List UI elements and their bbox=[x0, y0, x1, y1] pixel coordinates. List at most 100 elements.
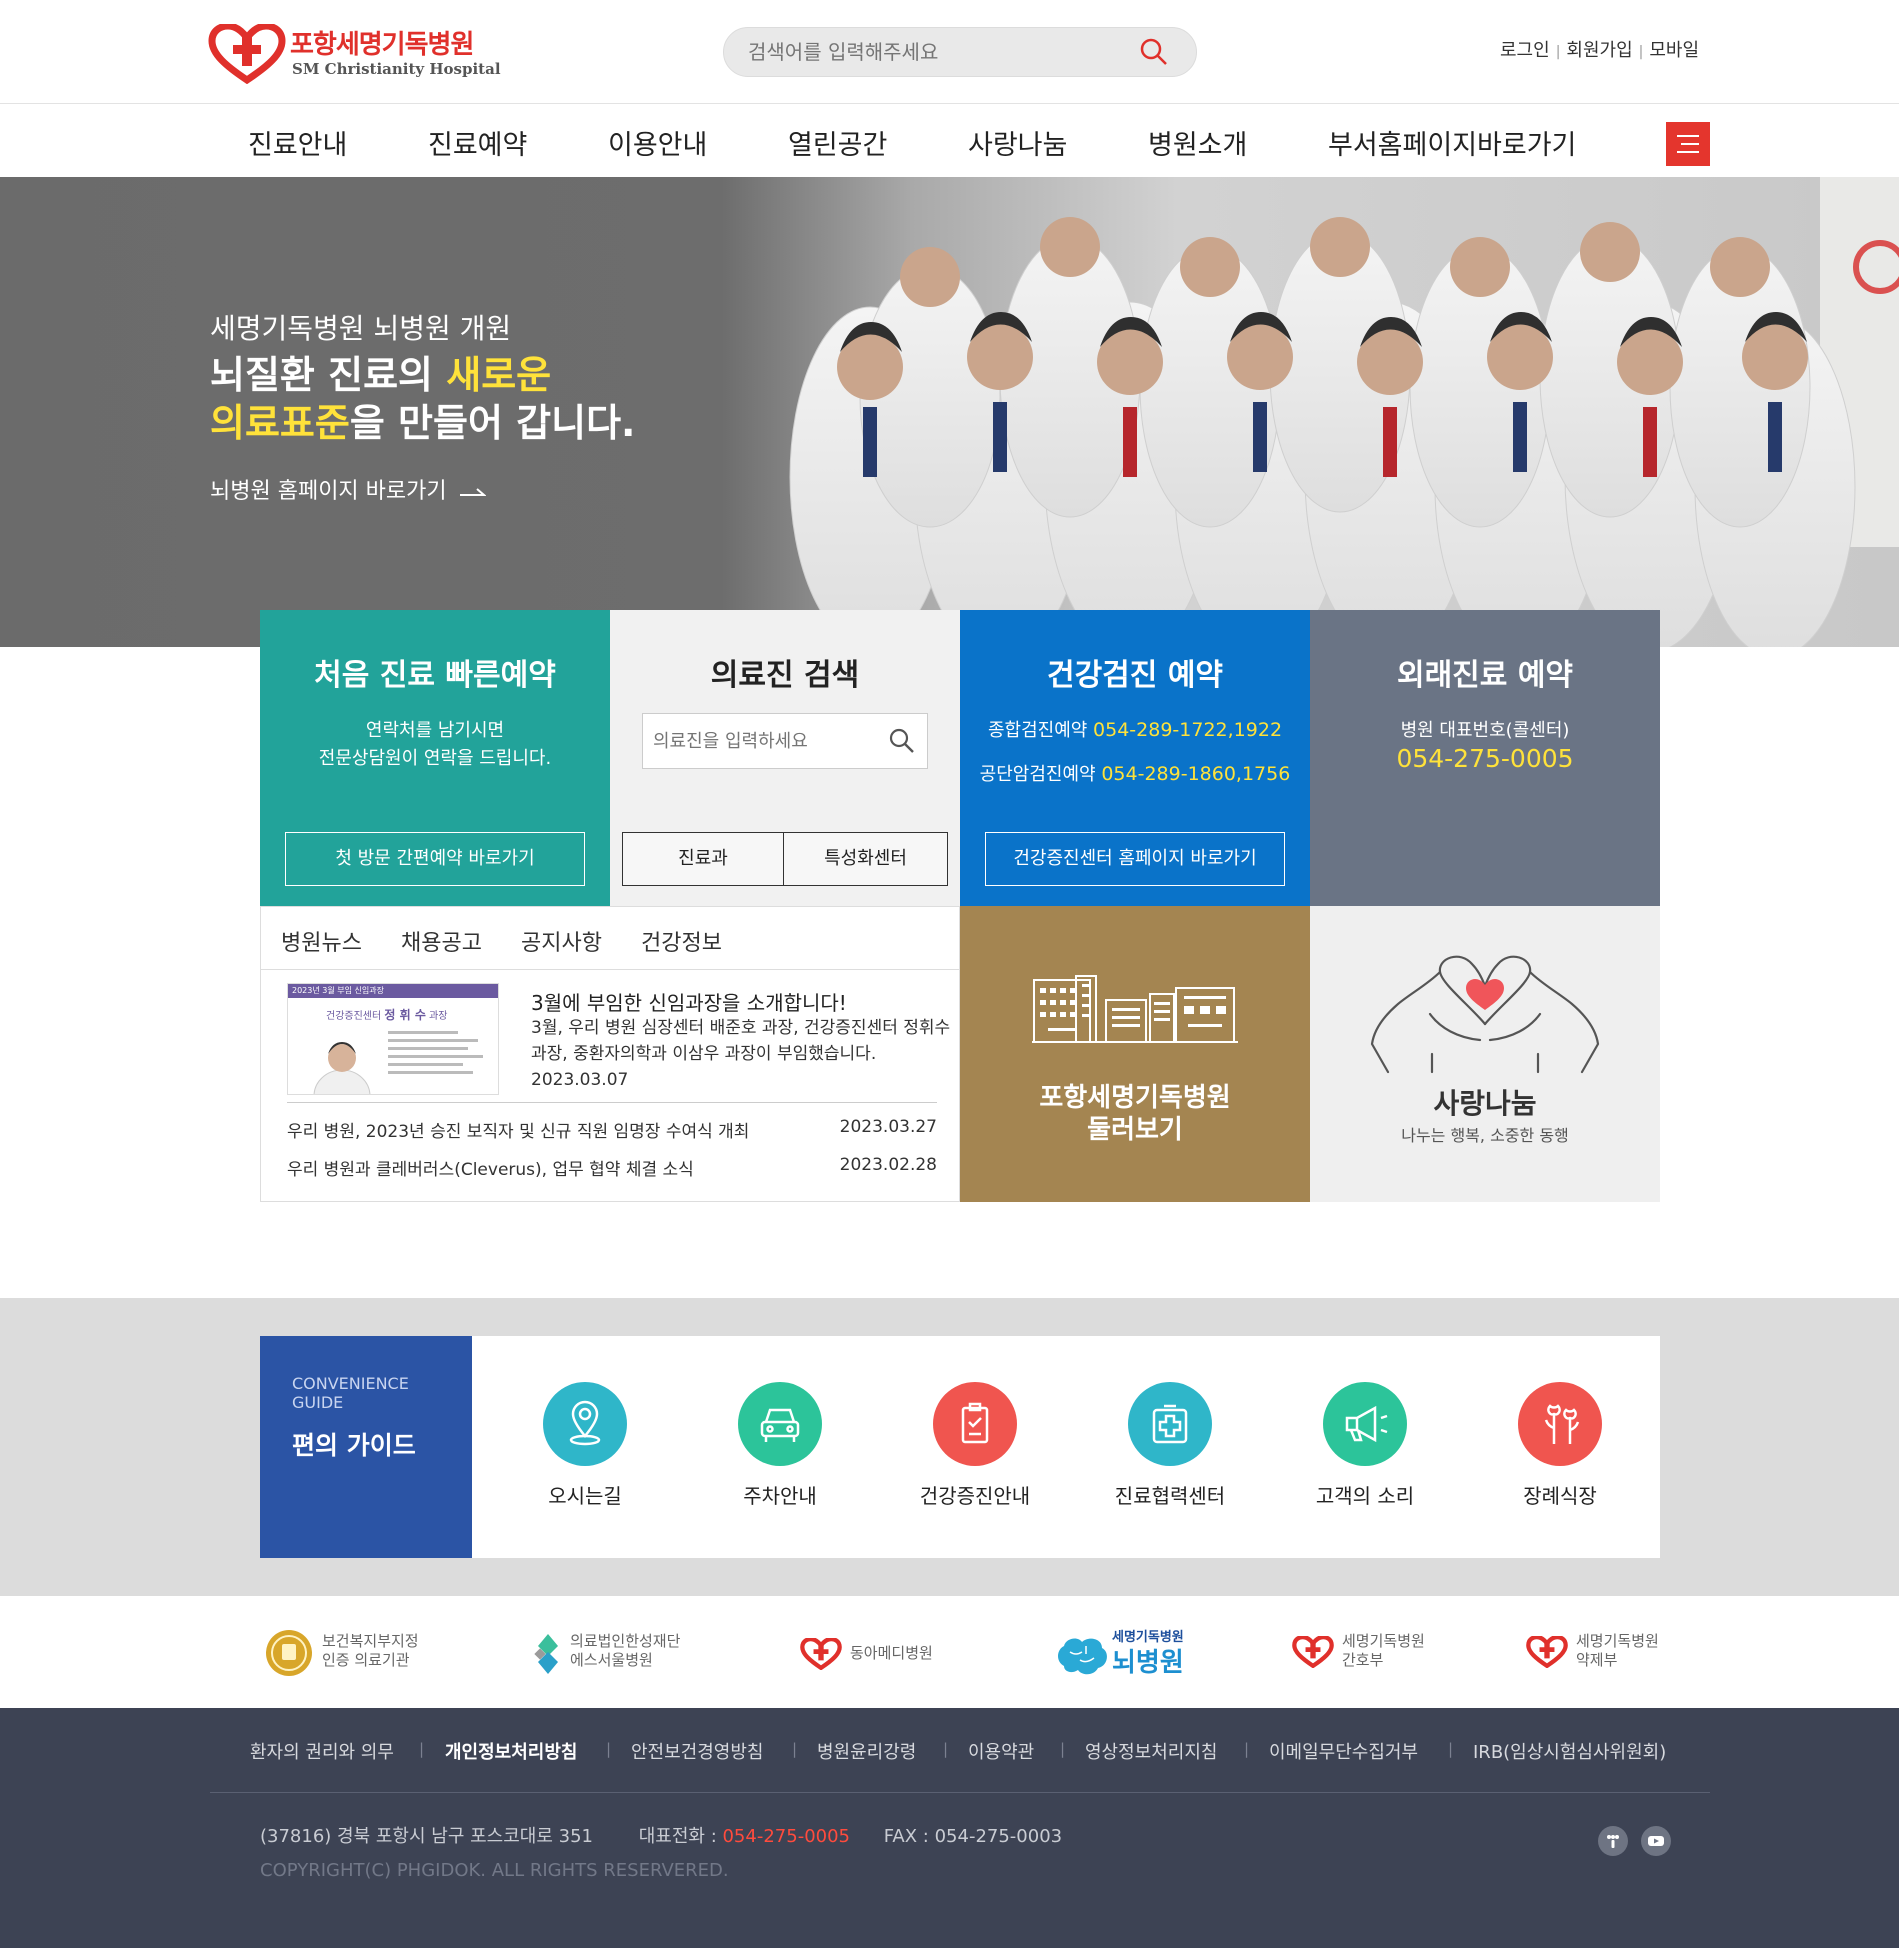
footer-link-privacy-policy[interactable]: 개인정보처리방침 bbox=[445, 1738, 577, 1764]
thumbnail-name: 정 휘 수 bbox=[384, 1008, 426, 1022]
love-sharing-title: 사랑나눔 bbox=[1433, 1087, 1537, 1120]
partner-logos: 보건복지부지정 인증 의료기관 의료법인한성재단 에스서울병원 동아메디병원 세명기… bbox=[0, 1596, 1899, 1708]
footer-tel-label: 대표전화 : bbox=[638, 1826, 723, 1847]
nav-item-about[interactable]: 병원소개 bbox=[1148, 123, 1247, 162]
footer-link-terms[interactable]: 이용약관 bbox=[968, 1738, 1034, 1764]
partner-certified-institution[interactable]: 보건복지부지정 인증 의료기관 bbox=[264, 1626, 434, 1680]
doctor-search-title: 의료진 검색 bbox=[710, 658, 860, 693]
footer-link-ethics-code[interactable]: 병원윤리강령 bbox=[817, 1738, 916, 1764]
car-icon bbox=[738, 1382, 822, 1466]
partner-brain-hospital-large: 뇌병원 bbox=[1112, 1648, 1184, 1678]
hospital-logo[interactable]: 포항세명기독병원 SM Christianity Hospital bbox=[208, 24, 501, 84]
convenience-guide-items: 오시는길 주차안내 건강증진안내 진료협력센터 고객의 소리 장례식장 bbox=[472, 1336, 1660, 1558]
footer-link-patient-rights[interactable]: 환자의 권리와 의무 bbox=[250, 1738, 394, 1764]
call-center-label: 병원 대표번호(콜센터) bbox=[1400, 720, 1570, 741]
partner-name: 세명기독병원 간호부 bbox=[1342, 1632, 1425, 1670]
tab-health-info[interactable]: 건강정보 bbox=[641, 925, 722, 957]
partner-name: 세명기독병원 약제부 bbox=[1576, 1632, 1659, 1670]
signup-link[interactable]: 회원가입 bbox=[1566, 40, 1632, 61]
convenience-guide-english-line: CONVENIENCE bbox=[292, 1374, 409, 1393]
thumbnail-header: 2023년 3월 부임 신임과장 bbox=[288, 984, 498, 998]
tab-department[interactable]: 진료과 bbox=[622, 832, 784, 886]
site-search-box bbox=[723, 27, 1197, 77]
search-icon[interactable] bbox=[1140, 38, 1168, 66]
guide-item-label: 진료협력센터 bbox=[1114, 1484, 1226, 1508]
utility-links: 로그인 | 회원가입 | 모바일 bbox=[1500, 36, 1699, 62]
first-visit-reservation-box: 처음 진료 빠른예약 연락처를 남기시면 전문상담원이 연락을 드립니다. 첫 … bbox=[260, 610, 610, 906]
love-sharing-subtitle: 나누는 행복, 소중한 동행 bbox=[1401, 1126, 1569, 1145]
footer-link-email-refusal[interactable]: 이메일무단수집거부 bbox=[1269, 1738, 1418, 1764]
logo-english-name: SM Christianity Hospital bbox=[292, 60, 501, 78]
brain-hospital-link[interactable]: 뇌병원 홈페이지 바로가기 bbox=[210, 473, 487, 505]
call-center-phone[interactable]: 054-275-0005 bbox=[1310, 744, 1660, 773]
nav-item-love-sharing[interactable]: 사랑나눔 bbox=[968, 123, 1067, 162]
news-board: 병원뉴스 채용공고 공지사항 건강정보 2023년 3월 부임 신임과장 건강증… bbox=[260, 906, 961, 1202]
nav-item-open-space[interactable]: 열린공간 bbox=[788, 123, 887, 162]
guide-item-health-promotion[interactable]: 건강증진안내 bbox=[905, 1382, 1045, 1509]
guide-item-parking[interactable]: 주차안내 bbox=[710, 1382, 850, 1509]
footer-tel[interactable]: 054-275-0005 bbox=[722, 1826, 850, 1847]
hospital-tour-card[interactable]: 포항세명기독병원 둘러보기 bbox=[960, 906, 1310, 1202]
nav-item-treatment-guide[interactable]: 진료안내 bbox=[248, 123, 347, 162]
site-search-input[interactable] bbox=[748, 38, 1118, 66]
header: 포항세명기독병원 SM Christianity Hospital 로그인 | 회원… bbox=[0, 0, 1899, 104]
page: 포항세명기독병원 SM Christianity Hospital 로그인 | 회원… bbox=[0, 0, 1899, 1948]
nav-item-usage-guide[interactable]: 이용안내 bbox=[608, 123, 707, 162]
love-sharing-card[interactable]: 사랑나눔 나누는 행복, 소중한 동행 bbox=[1310, 906, 1660, 1202]
search-icon[interactable] bbox=[889, 728, 915, 754]
mobile-link[interactable]: 모바일 bbox=[1649, 40, 1699, 61]
partner-s-seoul-hospital[interactable]: 의료법인한성재단 에스서울병원 bbox=[532, 1626, 712, 1680]
health-center-homepage-button[interactable]: 건강증진센터 홈페이지 바로가기 bbox=[985, 832, 1285, 886]
separator: | bbox=[943, 1740, 949, 1758]
partner-name-line: 의료법인한성재단 bbox=[570, 1632, 681, 1650]
partner-name-line: 동아메디병원 bbox=[850, 1644, 933, 1662]
news-thumbnail[interactable]: 2023년 3월 부임 신임과장 건강증진센터 정 휘 수 과장 bbox=[287, 983, 499, 1095]
footer-link-irb[interactable]: IRB(임상시험심사위원회) bbox=[1473, 1738, 1666, 1764]
footer-link-cctv-policy[interactable]: 영상정보처리지침 bbox=[1085, 1738, 1217, 1764]
nav-item-reservation[interactable]: 진료예약 bbox=[428, 123, 527, 162]
heart-cross-logo-icon bbox=[1526, 1636, 1568, 1668]
guide-item-directions[interactable]: 오시는길 bbox=[515, 1382, 655, 1509]
nav-item-department-homepages[interactable]: 부서홈페이지바로가기 bbox=[1328, 123, 1576, 162]
partner-pharmacy-department[interactable]: 세명기독병원 약제부 bbox=[1526, 1626, 1676, 1680]
guide-item-cooperation-center[interactable]: 진료협력센터 bbox=[1100, 1382, 1240, 1509]
separator: | bbox=[1244, 1740, 1250, 1758]
tab-hospital-news[interactable]: 병원뉴스 bbox=[281, 925, 362, 957]
doctors-group-photo bbox=[789, 177, 1899, 647]
cancer-checkup-phone-row: 공단암검진예약 054-289-1860,1756 bbox=[960, 760, 1310, 786]
megaphone-icon bbox=[1323, 1382, 1407, 1466]
news-list-item[interactable]: 우리 병원, 2023년 승진 보직자 및 신규 직원 임명장 수여식 개최 2… bbox=[287, 1117, 937, 1142]
first-visit-text: 전문상담원이 연락을 드립니다. bbox=[318, 748, 552, 769]
tour-title-line: 둘러보기 bbox=[1087, 1115, 1183, 1145]
login-link[interactable]: 로그인 bbox=[1500, 40, 1550, 61]
guide-item-label: 고객의 소리 bbox=[1315, 1484, 1415, 1508]
doctor-search-input[interactable] bbox=[653, 727, 873, 755]
certification-seal-icon bbox=[266, 1630, 312, 1676]
youtube-icon[interactable] bbox=[1641, 1826, 1671, 1856]
guide-item-customer-voice[interactable]: 고객의 소리 bbox=[1295, 1382, 1435, 1509]
news-list-item[interactable]: 우리 병원과 클레버러스(Cleverus), 업무 협약 체결 소식 2023… bbox=[287, 1155, 937, 1180]
thumbnail-text-lines bbox=[388, 1026, 488, 1079]
hero-title-highlight: 의료표준 bbox=[210, 401, 350, 445]
partner-donga-medi-hospital[interactable]: 동아메디병원 bbox=[800, 1626, 960, 1680]
hamburger-menu-button[interactable] bbox=[1666, 122, 1710, 166]
partner-name-line: 에스서울병원 bbox=[570, 1651, 653, 1669]
footer-link-safety-policy[interactable]: 안전보건경영방침 bbox=[631, 1738, 763, 1764]
hero-title-highlight: 새로운 bbox=[446, 353, 552, 397]
hamburger-icon-bar bbox=[1681, 143, 1699, 145]
partner-brain-hospital[interactable]: 세명기독병원 뇌병원 bbox=[1056, 1626, 1206, 1680]
first-visit-reservation-button[interactable]: 첫 방문 간편예약 바로가기 bbox=[285, 832, 585, 886]
guide-item-funeral-hall[interactable]: 장례식장 bbox=[1490, 1382, 1630, 1509]
hospital-building-icon bbox=[1032, 975, 1238, 1043]
checkup-phone-number: 054-289-1722,1922 bbox=[1093, 719, 1283, 741]
featured-news-title[interactable]: 3월에 부임한 신임과장을 소개합니다! bbox=[531, 987, 847, 1016]
tab-recruitment[interactable]: 채용공고 bbox=[401, 925, 482, 957]
tab-specialty-center[interactable]: 특성화센터 bbox=[784, 832, 948, 886]
tab-notices[interactable]: 공지사항 bbox=[521, 925, 602, 957]
featured-news-body: 3월, 우리 병원 심장센터 배준호 과장, 건강증진센터 정휘수 과장, 중환… bbox=[531, 1018, 951, 1064]
divider bbox=[287, 1102, 937, 1103]
cancer-checkup-phone-number: 054-289-1860,1756 bbox=[1101, 763, 1291, 785]
partner-nursing-department[interactable]: 세명기독병원 간호부 bbox=[1292, 1626, 1442, 1680]
partner-name-line: 보건복지부지정 bbox=[322, 1632, 419, 1650]
kakao-story-icon[interactable] bbox=[1598, 1826, 1628, 1856]
